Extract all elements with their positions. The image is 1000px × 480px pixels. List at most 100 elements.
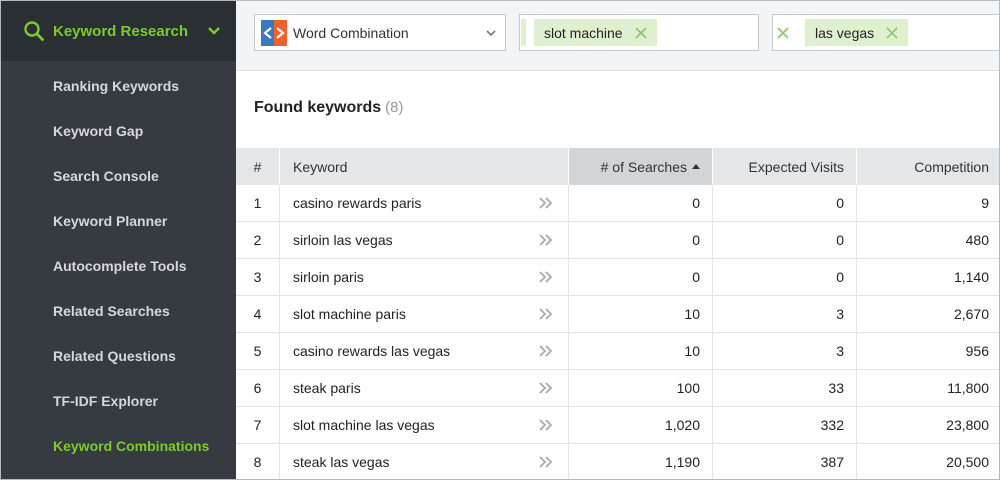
sidebar-item-tf-idf-explorer[interactable]: TF-IDF Explorer xyxy=(1,378,236,423)
cell-number: 7 xyxy=(236,407,280,443)
column-header-label: Expected Visits xyxy=(748,158,844,175)
close-icon[interactable] xyxy=(635,26,647,39)
cell-keyword-value: casino rewards paris xyxy=(293,195,422,211)
column-header-label: # xyxy=(253,158,262,175)
keyword-tags-input-2[interactable]: las vegas xyxy=(772,14,999,51)
app-window: Keyword Research Ranking Keywords Keyword… xyxy=(0,0,1000,480)
table-row[interactable]: 3 sirloin paris 0 0 1,140 xyxy=(236,259,999,296)
cell-number-value: 1 xyxy=(253,195,262,211)
column-header-label: # of Searches xyxy=(600,158,687,175)
cell-number: 3 xyxy=(236,259,280,295)
cell-searches-value: 0 xyxy=(692,195,700,211)
cell-expected-visits-value: 3 xyxy=(836,306,844,322)
cell-competition-value: 23,800 xyxy=(946,417,989,433)
tag-overflow-stub xyxy=(521,19,526,46)
double-chevron-right-icon[interactable] xyxy=(538,455,554,469)
double-chevron-right-icon[interactable] xyxy=(538,307,554,321)
column-header-competition[interactable]: Competition xyxy=(857,148,999,185)
cell-searches-value: 10 xyxy=(684,343,700,359)
cell-searches: 10 xyxy=(569,296,713,332)
table-row[interactable]: 6 steak paris 100 33 11,800 xyxy=(236,370,999,407)
double-chevron-right-icon[interactable] xyxy=(538,344,554,358)
table-row[interactable]: 8 steak las vegas 1,190 387 20,500 xyxy=(236,444,999,479)
cell-competition-value: 9 xyxy=(981,195,989,211)
cell-searches: 100 xyxy=(569,370,713,406)
cell-expected-visits: 33 xyxy=(713,370,857,406)
cell-competition-value: 11,800 xyxy=(947,380,989,396)
sidebar-item-keyword-gap[interactable]: Keyword Gap xyxy=(1,108,236,153)
cell-competition: 11,800 xyxy=(857,370,999,406)
keyword-tags-input-1[interactable]: slot machine xyxy=(519,14,759,51)
toolbar: Word Combination slot machine las vegas xyxy=(236,1,999,71)
cell-number: 6 xyxy=(236,370,280,406)
sidebar-item-label: TF-IDF Explorer xyxy=(53,392,159,409)
double-chevron-right-icon[interactable] xyxy=(538,381,554,395)
keyword-tag-label: slot machine xyxy=(544,24,623,41)
close-icon[interactable] xyxy=(777,26,789,39)
cell-competition-value: 2,670 xyxy=(953,306,989,322)
cell-keyword-value: steak las vegas xyxy=(293,454,390,470)
cell-expected-visits: 332 xyxy=(713,407,857,443)
cell-competition: 9 xyxy=(857,185,999,221)
cell-competition: 2,670 xyxy=(857,296,999,332)
cell-keyword-value: casino rewards las vegas xyxy=(293,343,451,359)
column-header-expected-visits[interactable]: Expected Visits xyxy=(713,148,857,185)
cell-searches-value: 0 xyxy=(692,232,700,248)
cell-keyword: steak las vegas xyxy=(280,444,569,479)
search-icon xyxy=(24,21,44,41)
double-chevron-right-icon[interactable] xyxy=(538,418,554,432)
table-row[interactable]: 7 slot machine las vegas 1,020 332 23,800 xyxy=(236,407,999,444)
cell-expected-visits-value: 0 xyxy=(836,195,844,211)
cell-searches: 1,190 xyxy=(569,444,713,479)
chevron-down-icon xyxy=(486,29,496,36)
table-row[interactable]: 2 sirloin las vegas 0 0 480 xyxy=(236,222,999,259)
table-row[interactable]: 5 casino rewards las vegas 10 3 956 xyxy=(236,333,999,370)
cell-number-value: 5 xyxy=(253,343,262,359)
sidebar-item-autocomplete-tools[interactable]: Autocomplete Tools xyxy=(1,243,236,288)
cell-expected-visits: 3 xyxy=(713,333,857,369)
sidebar-item-ranking-keywords[interactable]: Ranking Keywords xyxy=(1,63,236,108)
cell-keyword: slot machine las vegas xyxy=(280,407,569,443)
cell-keyword: casino rewards paris xyxy=(280,185,569,221)
cell-competition-value: 956 xyxy=(965,343,989,359)
column-header-label: Competition xyxy=(914,158,989,175)
double-chevron-right-icon[interactable] xyxy=(538,196,554,210)
table-body: 1 casino rewards paris 0 0 9 2 sirloin las veg… xyxy=(236,185,999,479)
word-combination-logo-icon xyxy=(261,19,287,46)
column-header-keyword[interactable]: Keyword xyxy=(280,148,569,185)
cell-competition: 480 xyxy=(857,222,999,258)
double-chevron-right-icon[interactable] xyxy=(538,233,554,247)
sidebar-item-keyword-combinations[interactable]: Keyword Combinations xyxy=(1,423,236,468)
close-icon[interactable] xyxy=(886,26,898,39)
column-header-searches[interactable]: # of Searches xyxy=(569,148,713,185)
table-row[interactable]: 4 slot machine paris 10 3 2,670 xyxy=(236,296,999,333)
cell-number-value: 2 xyxy=(253,232,262,248)
table-row[interactable]: 1 casino rewards paris 0 0 9 xyxy=(236,185,999,222)
cell-searches: 1,020 xyxy=(569,407,713,443)
cell-expected-visits: 387 xyxy=(713,444,857,479)
cell-keyword: casino rewards las vegas xyxy=(280,333,569,369)
mode-select[interactable]: Word Combination xyxy=(254,14,506,51)
cell-searches-value: 100 xyxy=(676,380,700,396)
sidebar-item-related-questions[interactable]: Related Questions xyxy=(1,333,236,378)
sidebar-section-keyword-research[interactable]: Keyword Research xyxy=(1,1,236,61)
cell-competition-value: 1,140 xyxy=(953,269,989,285)
sidebar-item-search-console[interactable]: Search Console xyxy=(1,153,236,198)
cell-keyword: sirloin las vegas xyxy=(280,222,569,258)
sort-ascending-icon xyxy=(692,163,700,169)
table-header: # Keyword # of Searches Expected Visits … xyxy=(236,148,999,185)
mode-select-value: Word Combination xyxy=(293,24,409,41)
cell-competition-value: 20,500 xyxy=(946,454,989,470)
column-header-number[interactable]: # xyxy=(236,148,280,185)
sidebar-item-keyword-planner[interactable]: Keyword Planner xyxy=(1,198,236,243)
sidebar-section-label: Keyword Research xyxy=(53,22,189,40)
double-chevron-right-icon[interactable] xyxy=(538,270,554,284)
sidebar-item-label: Related Searches xyxy=(53,302,170,319)
cell-keyword-value: slot machine paris xyxy=(293,306,406,322)
cell-number-value: 7 xyxy=(253,417,262,433)
sidebar-item-related-searches[interactable]: Related Searches xyxy=(1,288,236,333)
chevron-down-icon xyxy=(208,27,220,35)
cell-searches: 0 xyxy=(569,259,713,295)
cell-number: 8 xyxy=(236,444,280,479)
cell-number-value: 6 xyxy=(253,380,262,396)
